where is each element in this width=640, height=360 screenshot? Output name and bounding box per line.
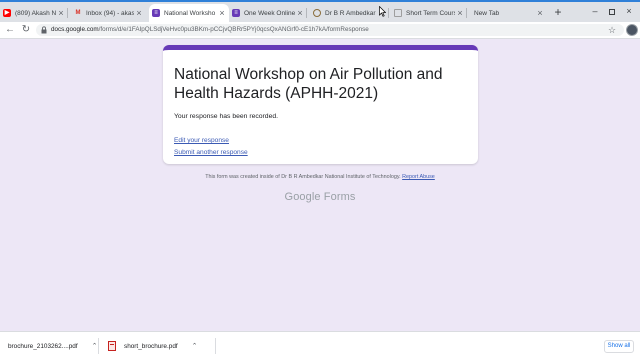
tab-title: Inbox (94) - akash — [86, 9, 134, 17]
youtube-icon: ▶ — [3, 9, 11, 17]
close-icon[interactable]: × — [535, 8, 545, 18]
reload-icon[interactable]: ↻ — [20, 24, 32, 36]
confirmation-card: National Workshop on Air Pollution and H… — [163, 45, 478, 164]
gmail-icon: M — [75, 10, 81, 16]
globe-icon — [313, 9, 321, 17]
tab-divider — [388, 8, 389, 18]
tab-title: Short Term Cours — [406, 9, 455, 17]
page-icon — [394, 9, 402, 17]
address-bar[interactable]: docs.google.com/forms/d/e/1FAIpQLSdjVeHv… — [36, 24, 624, 36]
tab-title: National Worksho — [164, 9, 216, 17]
edit-response-link[interactable]: Edit your response — [174, 137, 229, 144]
download-item[interactable]: short_brochure.pdf ⌃ — [108, 337, 198, 355]
close-icon[interactable]: × — [295, 8, 305, 18]
chevron-up-icon[interactable]: ⌃ — [192, 342, 198, 350]
tab-divider — [67, 8, 68, 18]
tab-new-tab[interactable]: New Tab × — [469, 4, 547, 22]
logo-forms-text: Forms — [323, 191, 356, 203]
close-icon[interactable]: × — [455, 8, 465, 18]
tab-title: (809) Akash Nami — [15, 9, 56, 17]
browser-toolbar: ← ↻ docs.google.com/forms/d/e/1FAIpQLSdj… — [0, 22, 640, 39]
google-forms-logo: Google Forms — [0, 191, 640, 203]
download-shelf: brochure_2103262....pdf ⌃ short_brochure… — [0, 331, 640, 360]
maximize-icon — [609, 8, 615, 15]
url-path: /forms/d/e/1FAIpQLSdjVeHvc0pu3BKm-pCCjvQ… — [98, 26, 369, 33]
tab-gmail[interactable]: M Inbox (94) - akash × — [71, 4, 146, 22]
close-icon[interactable]: × — [134, 8, 144, 18]
back-icon[interactable]: ← — [4, 24, 16, 36]
minimize-button[interactable]: – — [590, 6, 600, 16]
pdf-file-icon — [108, 341, 116, 351]
show-all-button[interactable]: Show all — [604, 340, 634, 353]
download-filename: brochure_2103262....pdf — [8, 342, 78, 350]
close-icon[interactable]: × — [217, 8, 227, 18]
url-host: docs.google.com — [51, 26, 99, 33]
tab-title: New Tab — [474, 9, 500, 17]
tab-divider — [306, 8, 307, 18]
chevron-up-icon[interactable]: ⌃ — [92, 342, 98, 350]
page-content: National Workshop on Air Pollution and H… — [0, 39, 640, 331]
tab-short-term-course[interactable]: Short Term Cours × — [391, 4, 467, 22]
tab-one-week-online[interactable]: ≡ One Week Online × — [229, 4, 307, 22]
logo-google-text: Google — [284, 191, 321, 203]
google-forms-icon: ≡ — [152, 9, 160, 17]
shelf-divider — [98, 338, 99, 354]
tab-youtube[interactable]: ▶ (809) Akash Nami × — [0, 4, 68, 22]
lock-icon — [41, 26, 47, 34]
new-tab-button[interactable]: + — [552, 6, 564, 18]
footer-note-text: This form was created inside of Dr B R A… — [205, 174, 401, 180]
report-abuse-link[interactable]: Report Abuse — [402, 174, 435, 180]
tab-national-workshop[interactable]: ≡ National Worksho × — [149, 4, 229, 22]
tab-dr-b-r-ambedkar[interactable]: Dr B R Ambedkar — [310, 4, 389, 22]
shelf-divider — [215, 338, 216, 354]
footer-note: This form was created inside of Dr B R A… — [0, 174, 640, 180]
confirmation-message: Your response has been recorded. — [174, 113, 279, 120]
tab-divider — [466, 8, 467, 18]
download-item[interactable]: brochure_2103262....pdf ⌃ — [8, 337, 98, 355]
profile-avatar[interactable] — [626, 24, 638, 36]
close-window-button[interactable]: × — [624, 6, 634, 16]
close-icon[interactable]: × — [56, 8, 66, 18]
tab-title: Dr B R Ambedkar — [325, 9, 376, 17]
download-filename: short_brochure.pdf — [124, 342, 178, 350]
tab-title: One Week Online — [244, 9, 295, 17]
submit-another-response-link[interactable]: Submit another response — [174, 149, 248, 156]
form-title: National Workshop on Air Pollution and H… — [174, 66, 443, 102]
bookmark-star-icon[interactable]: ☆ — [608, 24, 616, 36]
mouse-cursor-icon — [379, 6, 386, 17]
url-text: docs.google.com/forms/d/e/1FAIpQLSdjVeHv… — [51, 24, 369, 36]
maximize-button[interactable] — [607, 6, 617, 16]
google-forms-icon: ≡ — [232, 9, 240, 17]
tab-strip: ▶ (809) Akash Nami × M Inbox (94) - akas… — [0, 0, 640, 22]
